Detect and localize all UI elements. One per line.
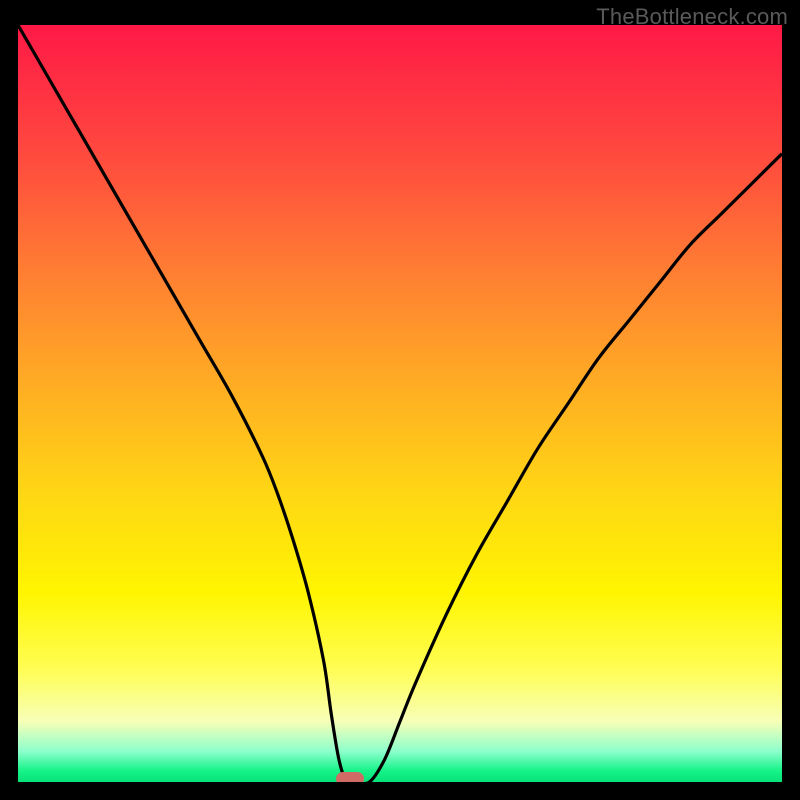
watermark-text: TheBottleneck.com <box>596 4 788 30</box>
chart-optimum-marker <box>336 772 364 782</box>
chart-curve-path <box>18 25 782 782</box>
chart-curve-svg <box>18 25 782 782</box>
chart-plot-area <box>18 25 782 782</box>
